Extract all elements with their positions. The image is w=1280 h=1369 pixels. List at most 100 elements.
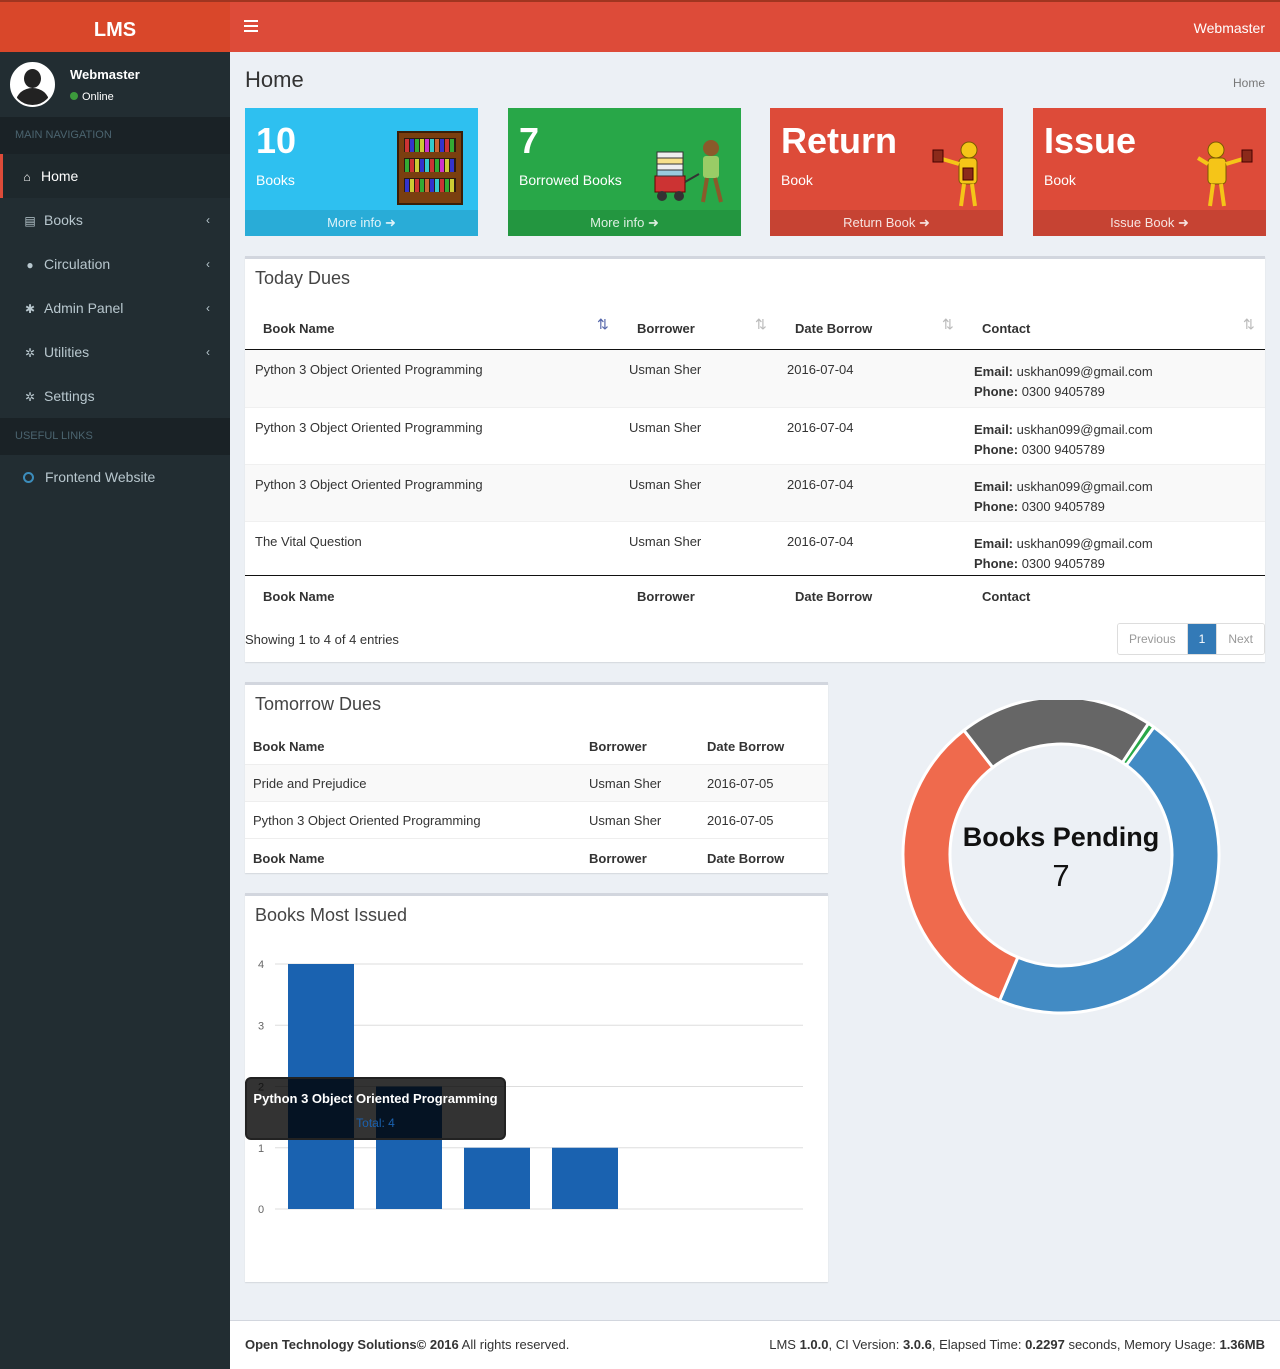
footer-company-link[interactable]: Open Technology Solutions: [245, 1337, 417, 1352]
column-header-date-borrow[interactable]: Date Borrow: [795, 321, 872, 336]
cell-book: Python 3 Object Oriented Programming: [255, 362, 483, 377]
footer-year: © 2016: [416, 1337, 459, 1352]
more-info-link[interactable]: More info ➜: [245, 210, 478, 236]
table-row: Python 3 Object Oriented Programming Usma…: [245, 407, 1265, 464]
arrow-circle-right-icon: ➜: [384, 215, 396, 230]
person-issuing-book-icon: [1196, 141, 1253, 207]
email-value: uskhan099@gmail.com: [1016, 422, 1153, 437]
email-label: Email:: [974, 422, 1014, 437]
pagination-previous[interactable]: Previous: [1117, 624, 1187, 654]
nav-header-main: MAIN NAVIGATION: [0, 117, 230, 154]
donut-hole: [952, 746, 1170, 964]
email-value: uskhan099@gmail.com: [1016, 364, 1153, 379]
card-return-book: Return Book Return Book ➜: [770, 108, 1003, 236]
sidebar-item-admin-panel[interactable]: ✱ Admin Panel ‹: [0, 286, 230, 330]
breadcrumb[interactable]: Home: [1233, 76, 1265, 90]
card-label: Book: [781, 172, 813, 188]
pagination: Previous 1 Next: [1116, 623, 1265, 655]
tooltip-title: Python 3 Object Oriented Programming: [253, 1091, 498, 1106]
phone-label: Phone:: [974, 442, 1019, 457]
card-label: Book: [1044, 172, 1076, 188]
arrow-circle-right-icon: ➜: [1178, 215, 1189, 230]
phone-label: Phone:: [974, 499, 1019, 514]
circle-icon: [23, 472, 34, 483]
user-panel: Webmaster Online: [0, 52, 230, 117]
column-header-book-name[interactable]: Book Name: [263, 321, 335, 336]
footer-col-contact: Contact: [982, 589, 1031, 604]
gears-icon: ✲: [24, 390, 36, 404]
tooltip-value: Total: 4: [356, 1116, 395, 1130]
sidebar-item-home[interactable]: ⌂ Home: [0, 154, 230, 198]
column-header-contact[interactable]: Contact: [982, 321, 1030, 336]
tomorrow-dues-box: Tomorrow Dues Book Name Borrower Date Bo…: [245, 682, 828, 873]
bar[interactable]: [464, 1147, 530, 1209]
cell-contact: Email: uskhan099@gmail.com Phone: 0300 94…: [974, 362, 1153, 402]
cell-borrower: Usman Sher: [629, 420, 702, 435]
return-book-link[interactable]: Return Book ➜: [770, 210, 1003, 236]
card-label: Borrowed Books: [519, 172, 622, 188]
card-label: Books: [256, 172, 295, 188]
page-footer: Open Technology Solutions© 2016 All righ…: [230, 1320, 1280, 1369]
column-header-borrower[interactable]: Borrower: [637, 321, 695, 336]
footer-copyright: Open Technology Solutions© 2016 All righ…: [245, 1337, 569, 1352]
user-status: Online: [70, 91, 114, 103]
online-dot-icon: [70, 92, 78, 100]
gears-icon: ✲: [24, 346, 36, 360]
page-title: Home: [245, 67, 304, 92]
phone-value: 0300 9405789: [1021, 442, 1105, 457]
email-label: Email:: [974, 364, 1014, 379]
pagination-next[interactable]: Next: [1216, 624, 1264, 654]
user-icon: ●: [26, 258, 34, 272]
bar[interactable]: [552, 1147, 618, 1209]
table-footer: Book Name Borrower Date Borrow Contact: [245, 575, 1265, 615]
avatar: [10, 62, 55, 107]
pagination-page-1[interactable]: 1: [1186, 624, 1217, 654]
table-row: Python 3 Object Oriented Programming Usma…: [245, 801, 828, 838]
boy-with-books-cart-icon: [654, 140, 723, 203]
sidebar-item-circulation[interactable]: ● Circulation ‹: [0, 242, 230, 286]
cell-book: The Vital Question: [255, 534, 362, 549]
column-header-book-name: Book Name: [253, 739, 325, 754]
cell-date: 2016-07-04: [787, 477, 854, 492]
issue-book-link[interactable]: Issue Book ➜: [1033, 210, 1266, 236]
cell-contact: Email: uskhan099@gmail.com Phone: 0300 94…: [974, 420, 1153, 460]
sidebar-item-settings[interactable]: ✲ Settings: [0, 374, 230, 418]
table-footer: Book Name Borrower Date Borrow: [245, 838, 828, 876]
card-title: Return: [781, 120, 897, 161]
phone-label: Phone:: [974, 384, 1019, 399]
cell-date: 2016-07-05: [707, 776, 774, 791]
cell-contact: Email: uskhan099@gmail.com Phone: 0300 94…: [974, 534, 1153, 574]
footer-rights: All rights reserved.: [458, 1337, 570, 1352]
app-logo[interactable]: LMS: [0, 0, 230, 52]
home-icon: ⌂: [23, 170, 31, 184]
y-tick-label: 3: [258, 1020, 264, 1032]
top-navbar: Webmaster: [230, 0, 1280, 52]
person-returning-book-icon: [932, 141, 978, 207]
cell-date: 2016-07-05: [707, 813, 774, 828]
card-books: 10 Books More info ➜: [245, 108, 478, 236]
sort-asc-icon[interactable]: ⇅: [597, 316, 609, 333]
card-issue-book: Issue Book Issue Book ➜: [1033, 108, 1266, 236]
cell-book: Python 3 Object Oriented Programming: [255, 477, 483, 492]
card-borrowed-books: 7 Borrowed Books More info ➜: [508, 108, 741, 236]
sidebar-toggle-icon[interactable]: [244, 20, 258, 34]
sidebar-item-books[interactable]: ▤ Books ‹: [0, 198, 230, 242]
sort-icon[interactable]: ⇅: [755, 316, 767, 333]
sort-icon[interactable]: ⇅: [942, 316, 954, 333]
sidebar-item-utilities[interactable]: ✲ Utilities ‹: [0, 330, 230, 374]
more-info-link[interactable]: More info ➜: [508, 210, 741, 236]
chevron-left-icon: ‹: [206, 345, 210, 359]
footer-col-book-name: Book Name: [263, 589, 335, 604]
user-name: Webmaster: [70, 67, 140, 82]
sidebar-link-frontend[interactable]: Frontend Website: [0, 455, 230, 499]
box-title: Today Dues: [255, 268, 351, 288]
box-title: Tomorrow Dues: [255, 694, 382, 714]
y-tick-label: 0: [258, 1204, 264, 1216]
y-tick-label: 4: [258, 959, 264, 971]
user-menu[interactable]: Webmaster: [1194, 20, 1265, 36]
cell-book: Python 3 Object Oriented Programming: [253, 813, 481, 828]
cell-borrower: Usman Sher: [589, 776, 662, 791]
cell-book: Python 3 Object Oriented Programming: [255, 420, 483, 435]
cell-date: 2016-07-04: [787, 420, 854, 435]
sort-icon[interactable]: ⇅: [1243, 316, 1255, 333]
